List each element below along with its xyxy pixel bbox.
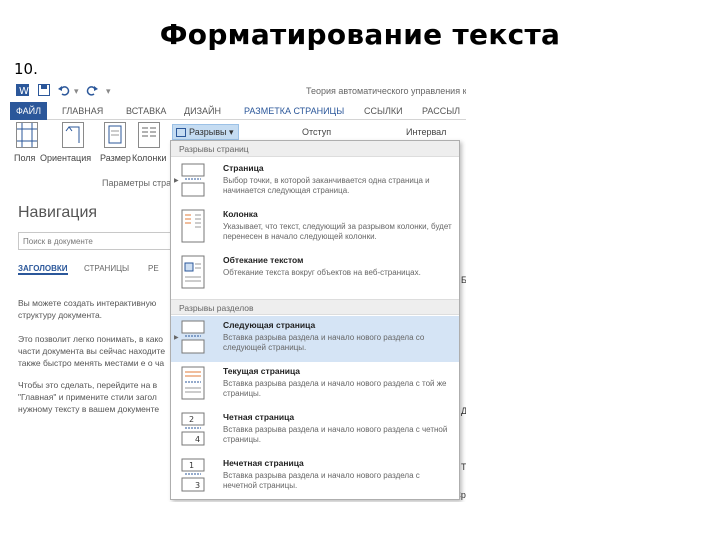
odd-page-number: 1 bbox=[189, 461, 194, 470]
slide-number: 10. bbox=[14, 60, 38, 78]
even-page-number: 4 bbox=[195, 435, 200, 444]
odd-page-icon: 13 bbox=[181, 458, 205, 492]
save-icon[interactable] bbox=[38, 84, 50, 99]
nav-text-line: Это позволит легко понимать, в како bbox=[18, 334, 163, 344]
document-fragment: Б bbox=[461, 275, 466, 285]
navigation-pane: Навигация Поиск в документе ЗАГОЛОВКИ СТ… bbox=[10, 194, 180, 502]
breaks-button[interactable]: Разрывы ▾ bbox=[172, 124, 239, 140]
document-title: Теория автоматического управления коли bbox=[306, 86, 466, 96]
chevron-down-icon: ▾ bbox=[228, 127, 234, 137]
orientation-label: Ориентация bbox=[40, 153, 92, 163]
slide-title: Форматирование текста bbox=[159, 18, 561, 51]
margins-label: Поля bbox=[14, 153, 36, 163]
size-label: Размер bbox=[100, 153, 131, 163]
page-break-icon bbox=[176, 128, 186, 137]
break-text-wrap-option[interactable]: Обтекание текстом Обтекание текста вокру… bbox=[171, 251, 459, 297]
tab-home[interactable]: ГЛАВНАЯ bbox=[62, 106, 103, 116]
tab-design[interactable]: ДИЗАЙН bbox=[184, 106, 221, 116]
undo-icon[interactable] bbox=[58, 84, 70, 99]
spacing-label: Интервал bbox=[406, 127, 447, 137]
break-odd-page-option[interactable]: 13 Нечетная страница Вставка разрыва раз… bbox=[171, 454, 459, 500]
break-page-title: Страница bbox=[223, 163, 264, 173]
even-page-number: 2 bbox=[189, 415, 194, 424]
triangle-right-icon: ▶ bbox=[174, 178, 179, 184]
orientation-icon[interactable] bbox=[62, 122, 84, 148]
break-column-desc: Указывает, что текст, следующий за разры… bbox=[223, 222, 452, 241]
section-breaks-header: Разрывы разделов bbox=[171, 299, 459, 315]
columns-label: Колонки bbox=[132, 153, 167, 163]
tab-pages[interactable]: СТРАНИЦЫ bbox=[84, 264, 129, 273]
break-next-page-desc: Вставка разрыва раздела и начало нового … bbox=[223, 333, 425, 352]
break-column-option[interactable]: Колонка Указывает, что текст, следующий … bbox=[171, 205, 459, 251]
tab-insert[interactable]: ВСТАВКА bbox=[126, 106, 166, 116]
nav-text-line: Вы можете создать интерактивную bbox=[18, 298, 157, 308]
break-next-page-option[interactable]: ▶ Следующая страница Вставка разрыва раз… bbox=[171, 316, 459, 362]
break-page-desc: Выбор точки, в которой заканчивается одн… bbox=[223, 176, 430, 195]
nav-text-line: Чтобы это сделать, перейдите на в bbox=[18, 380, 158, 390]
tab-headings[interactable]: ЗАГОЛОВКИ bbox=[18, 264, 68, 275]
break-odd-page-desc: Вставка разрыва раздела и начало нового … bbox=[223, 471, 420, 490]
break-text-wrap-title: Обтекание текстом bbox=[223, 255, 304, 265]
nav-text-line: части документа вы сейчас находите bbox=[18, 346, 166, 356]
tab-mailings[interactable]: РАССЫЛ bbox=[422, 106, 460, 116]
break-continuous-option[interactable]: Текущая страница Вставка разрыва раздела… bbox=[171, 362, 459, 408]
quick-access-toolbar: W ▾ ▾ Теория автоматического управления … bbox=[10, 80, 466, 102]
break-page-option[interactable]: ▶ Страница Выбор точки, в которой заканч… bbox=[171, 159, 459, 205]
break-even-page-option[interactable]: 24 Четная страница Вставка разрыва разде… bbox=[171, 408, 459, 454]
break-next-page-title: Следующая страница bbox=[223, 320, 316, 330]
break-odd-page-title: Нечетная страница bbox=[223, 458, 304, 468]
nav-text-line: "Главная" и примените стили загол bbox=[18, 392, 157, 402]
svg-text:W: W bbox=[19, 86, 29, 96]
columns-icon[interactable] bbox=[138, 122, 160, 148]
even-page-icon: 24 bbox=[181, 412, 205, 446]
nav-text-line: нужному тексту в вашем документе bbox=[18, 404, 160, 414]
ribbon-tabs: ФАЙЛ ГЛАВНАЯ ВСТАВКА ДИЗАЙН РАЗМЕТКА СТР… bbox=[10, 102, 466, 120]
break-continuous-desc: Вставка разрыва раздела и начало нового … bbox=[223, 379, 447, 398]
break-even-page-title: Четная страница bbox=[223, 412, 295, 422]
navigation-title: Навигация bbox=[18, 204, 98, 221]
size-icon[interactable] bbox=[104, 122, 126, 148]
page-setup-group-label: Параметры стра bbox=[102, 178, 172, 188]
undo-dropdown-icon[interactable]: ▾ bbox=[74, 86, 79, 97]
next-page-icon bbox=[181, 320, 205, 354]
margins-icon[interactable] bbox=[16, 122, 38, 148]
tab-results[interactable]: РЕ bbox=[148, 264, 159, 273]
page-breaks-header: Разрывы страниц bbox=[171, 141, 459, 157]
odd-page-number: 3 bbox=[195, 481, 200, 490]
word-screenshot: W ▾ ▾ Теория автоматического управления … bbox=[10, 80, 466, 502]
document-fragment: Д bbox=[461, 406, 466, 416]
redo-icon[interactable] bbox=[86, 84, 98, 99]
nav-text-line: структуру документа. bbox=[18, 310, 103, 320]
breaks-dropdown: Разрывы страниц ▶ Страница Выбор точки, … bbox=[170, 140, 460, 500]
tab-file[interactable]: ФАЙЛ bbox=[10, 102, 48, 120]
text-wrap-icon bbox=[181, 255, 205, 289]
nav-text-line: также быстро менять местами е о ча bbox=[18, 358, 165, 368]
tab-page-layout[interactable]: РАЗМЕТКА СТРАНИЦЫ bbox=[244, 106, 344, 116]
tab-references[interactable]: ССЫЛКИ bbox=[364, 106, 403, 116]
break-even-page-desc: Вставка разрыва раздела и начало нового … bbox=[223, 425, 448, 444]
break-column-title: Колонка bbox=[223, 209, 258, 219]
customize-dropdown-icon[interactable]: ▾ bbox=[106, 86, 111, 97]
document-fragment: Т bbox=[461, 462, 466, 472]
breaks-label: Разрывы bbox=[189, 127, 227, 137]
word-logo-icon: W bbox=[16, 84, 29, 99]
indent-label: Отступ bbox=[302, 127, 332, 137]
page-break-icon bbox=[181, 163, 205, 197]
continuous-icon bbox=[181, 366, 205, 400]
break-text-wrap-desc: Обтекание текста вокруг объектов на веб-… bbox=[223, 268, 421, 277]
column-break-icon bbox=[181, 209, 205, 243]
triangle-right-icon: ▶ bbox=[174, 335, 179, 341]
break-continuous-title: Текущая страница bbox=[223, 366, 301, 376]
search-input[interactable]: Поиск в документе bbox=[18, 232, 178, 250]
